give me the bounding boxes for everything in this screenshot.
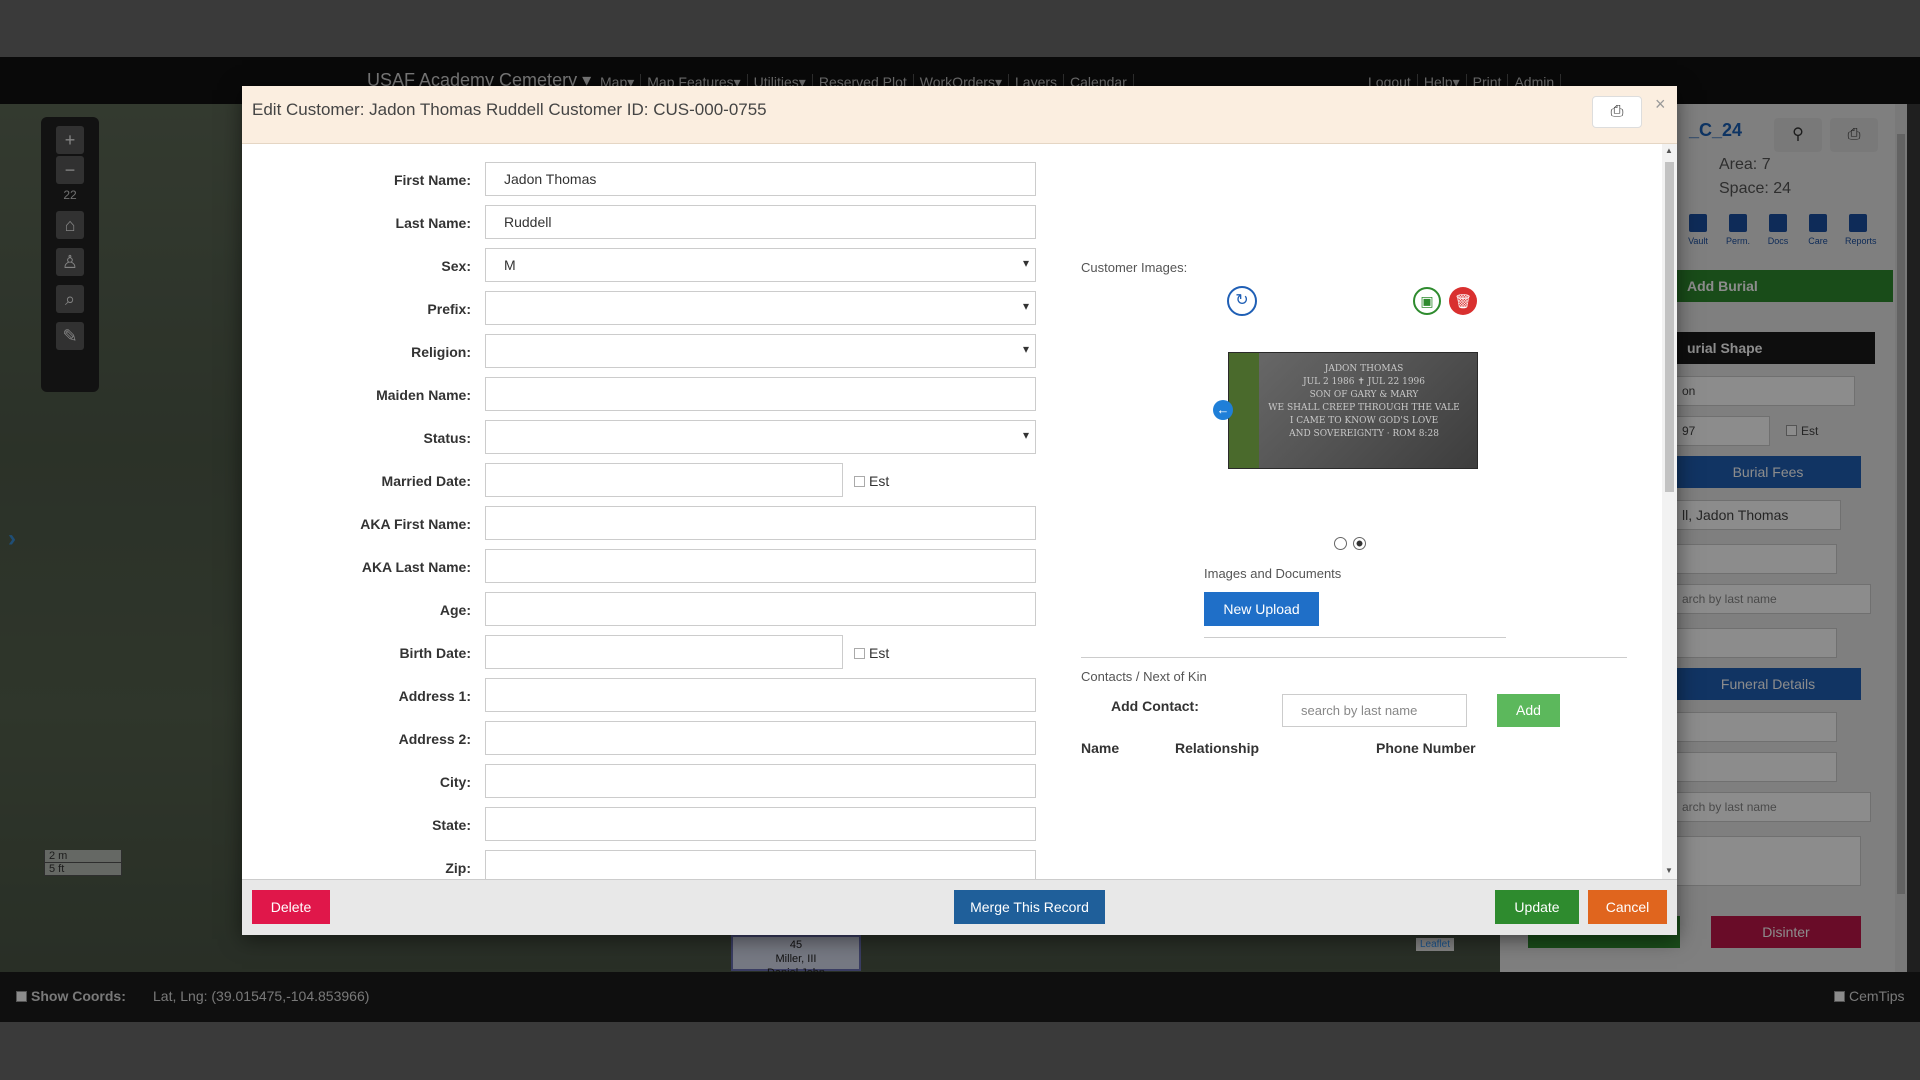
last-name-label: Last Name: <box>395 215 471 231</box>
divider-2 <box>1081 657 1627 658</box>
carousel-dot-1[interactable] <box>1334 537 1347 550</box>
contacts-label: Contacts / Next of Kin <box>1081 669 1207 684</box>
aka-first-label: AKA First Name: <box>360 516 471 532</box>
cancel-button[interactable]: Cancel <box>1588 890 1667 924</box>
married-est-label: Est <box>869 473 890 489</box>
col-name: Name <box>1081 740 1120 756</box>
birth-date-label: Birth Date: <box>399 645 471 661</box>
sex-row: Sex: M <box>242 248 1042 282</box>
sex-select[interactable]: M <box>485 248 1036 282</box>
add-contact-label: Add Contact: <box>1111 698 1199 714</box>
modal-body: First Name: Jadon Thomas Last Name: Rudd… <box>242 144 1662 879</box>
first-name-row: First Name: Jadon Thomas <box>242 162 1042 196</box>
address2-row: Address 2: <box>242 721 1042 755</box>
married-date-row: Married Date: Est <box>242 463 1042 497</box>
col-relationship: Relationship <box>1175 740 1260 756</box>
maiden-name-label: Maiden Name: <box>376 387 471 403</box>
married-date-est-checkbox[interactable]: Est <box>854 473 889 489</box>
contact-search-input[interactable]: search by last name <box>1282 694 1467 727</box>
married-date-input[interactable] <box>485 463 843 497</box>
maiden-name-input[interactable] <box>485 377 1036 411</box>
modal-scrollbar[interactable]: ▲ ▼ <box>1662 144 1677 879</box>
state-input[interactable] <box>485 807 1036 841</box>
status-row: Status: <box>242 420 1042 454</box>
religion-select[interactable] <box>485 334 1036 368</box>
age-input[interactable] <box>485 592 1036 626</box>
prev-arrow-icon[interactable]: ← <box>1213 400 1233 420</box>
zip-label: Zip: <box>445 860 471 876</box>
gravestone-inscription: JADON THOMAS JUL 2 1986 ✝ JUL 22 1996 SO… <box>1268 364 1460 439</box>
birth-date-input[interactable] <box>485 635 843 669</box>
add-contact-button[interactable]: Add <box>1497 694 1560 727</box>
address2-input[interactable] <box>485 721 1036 755</box>
age-row: Age: <box>242 592 1042 626</box>
carousel-dot-2[interactable] <box>1353 537 1366 550</box>
first-name-label: First Name: <box>393 172 471 188</box>
status-label: Status: <box>423 430 471 446</box>
scroll-thumb[interactable] <box>1665 162 1674 492</box>
carousel-dots <box>1334 537 1366 550</box>
modal-title: Edit Customer: Jadon Thomas Ruddell Cust… <box>252 100 767 119</box>
divider-1 <box>1204 637 1506 638</box>
delete-button[interactable]: Delete <box>252 890 330 924</box>
app-root: USAF Academy Cemetery ▾ Map▾ Map Feature… <box>0 0 1920 1080</box>
last-name-row: Last Name: Ruddell <box>242 205 1042 239</box>
modal-print-button[interactable]: ⎙ <box>1592 96 1642 128</box>
state-label: State: <box>432 817 471 833</box>
zip-row: Zip: <box>242 850 1042 879</box>
scroll-down-icon[interactable]: ▼ <box>1665 866 1673 875</box>
state-row: State: <box>242 807 1042 841</box>
new-upload-button[interactable]: New Upload <box>1204 592 1319 626</box>
modal-footer: Delete Merge This Record Update Cancel <box>242 879 1677 935</box>
aka-first-input[interactable] <box>485 506 1036 540</box>
modal-header: Edit Customer: Jadon Thomas Ruddell Cust… <box>242 86 1677 144</box>
birth-date-row: Birth Date: Est <box>242 635 1042 669</box>
address1-input[interactable] <box>485 678 1036 712</box>
grass-edge <box>1229 353 1259 468</box>
status-select[interactable] <box>485 420 1036 454</box>
prefix-label: Prefix: <box>427 301 471 317</box>
edit-image-icon[interactable]: ▣ <box>1413 287 1441 315</box>
sex-label: Sex: <box>441 258 471 274</box>
first-name-input[interactable]: Jadon Thomas <box>485 162 1036 196</box>
last-name-input[interactable]: Ruddell <box>485 205 1036 239</box>
aka-last-input[interactable] <box>485 549 1036 583</box>
address1-label: Address 1: <box>398 688 471 704</box>
col-phone-number: Phone Number <box>1376 740 1476 756</box>
age-label: Age: <box>439 602 471 618</box>
city-label: City: <box>439 774 471 790</box>
city-row: City: <box>242 764 1042 798</box>
religion-row: Religion: <box>242 334 1042 368</box>
update-button[interactable]: Update <box>1495 890 1579 924</box>
city-input[interactable] <box>485 764 1036 798</box>
edit-customer-modal: Edit Customer: Jadon Thomas Ruddell Cust… <box>242 86 1677 935</box>
scroll-up-icon[interactable]: ▲ <box>1665 146 1673 155</box>
prefix-row: Prefix: <box>242 291 1042 325</box>
rotate-icon[interactable]: ↻ <box>1227 286 1257 316</box>
close-icon[interactable]: × <box>1655 94 1666 115</box>
trash-icon[interactable]: 🗑 <box>1449 287 1477 315</box>
printer-icon: ⎙ <box>1610 103 1624 120</box>
merge-record-button[interactable]: Merge This Record <box>954 890 1105 924</box>
images-docs-label: Images and Documents <box>1204 566 1342 581</box>
birth-date-est-checkbox[interactable]: Est <box>854 645 889 661</box>
married-date-label: Married Date: <box>381 473 471 489</box>
prefix-select[interactable] <box>485 291 1036 325</box>
religion-label: Religion: <box>411 344 471 360</box>
address2-label: Address 2: <box>398 731 471 747</box>
customer-images-label: Customer Images: <box>1081 260 1188 275</box>
aka-last-label: AKA Last Name: <box>361 559 471 575</box>
gravestone-image[interactable]: JADON THOMAS JUL 2 1986 ✝ JUL 22 1996 SO… <box>1228 352 1478 469</box>
birth-est-label: Est <box>869 645 890 661</box>
maiden-name-row: Maiden Name: <box>242 377 1042 411</box>
zip-input[interactable] <box>485 850 1036 879</box>
aka-last-row: AKA Last Name: <box>242 549 1042 583</box>
aka-first-row: AKA First Name: <box>242 506 1042 540</box>
address1-row: Address 1: <box>242 678 1042 712</box>
